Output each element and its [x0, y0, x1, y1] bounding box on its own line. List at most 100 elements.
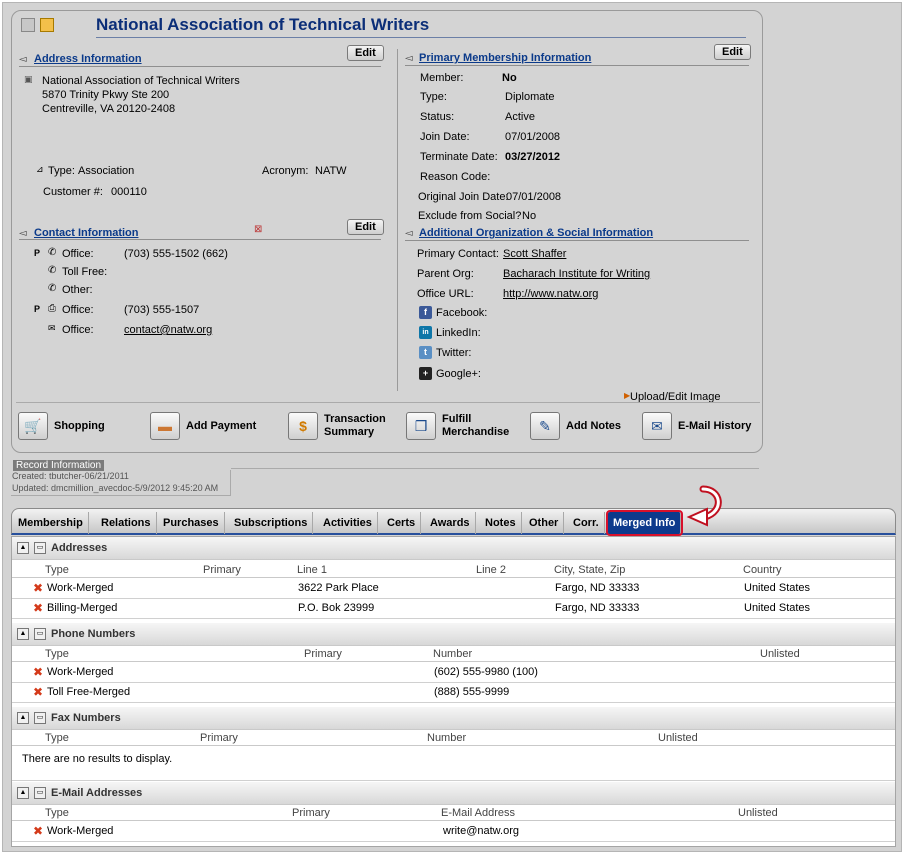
primary-contact-link[interactable]: Scott Shaffer: [503, 248, 566, 260]
tab-merged-info[interactable]: Merged Info: [605, 510, 684, 536]
collapse-arrow-icon[interactable]: ◅: [19, 228, 27, 239]
collapse-arrow-icon[interactable]: ◅: [405, 53, 413, 64]
add-notes-button[interactable]: ✎ Add Notes: [530, 412, 621, 440]
shopping-button[interactable]: 🛒 Shopping: [18, 412, 105, 440]
tab-awards[interactable]: Awards: [425, 512, 476, 534]
delete-icon[interactable]: ✖: [33, 685, 43, 699]
column-header[interactable]: City, State, Zip: [554, 564, 625, 576]
contact-alert-icon[interactable]: ⊠: [254, 224, 262, 235]
primary-contact-label: Primary Contact:: [417, 248, 499, 260]
window-icon[interactable]: ▭: [34, 542, 46, 554]
type-icon: ⊿: [36, 164, 44, 174]
membership-divider: [405, 65, 749, 66]
contact-section-title[interactable]: Contact Information: [34, 227, 139, 239]
parent-org-link[interactable]: Bacharach Institute for Writing: [503, 268, 650, 280]
table-row: ✖ Toll Free-Merged (888) 555-9999: [12, 683, 895, 703]
twitter-icon[interactable]: t: [419, 346, 432, 359]
address-edit-button[interactable]: Edit: [347, 45, 384, 61]
email-icon: ✉: [48, 323, 56, 333]
column-header[interactable]: Primary: [200, 732, 238, 744]
column-header[interactable]: Country: [743, 564, 782, 576]
contact-label: Other:: [62, 284, 93, 296]
tab-activities[interactable]: Activities: [318, 512, 378, 534]
contact-label: Office:: [62, 248, 94, 260]
addresses-title: Addresses: [51, 542, 108, 554]
office-url-link[interactable]: http://www.natw.org: [503, 288, 598, 300]
column-header[interactable]: Unlisted: [738, 807, 778, 819]
column-header[interactable]: Primary: [304, 648, 342, 660]
emails-columns: Type Primary E-Mail Address Unlisted: [12, 806, 895, 821]
window-icon[interactable]: ▭: [34, 628, 46, 640]
tab-purchases[interactable]: Purchases: [158, 512, 225, 534]
contact-email-link[interactable]: contact@natw.org: [124, 324, 212, 336]
column-header[interactable]: Unlisted: [658, 732, 698, 744]
page-frame: National Association of Technical Writer…: [2, 2, 902, 852]
tab-corr[interactable]: Corr.: [568, 512, 605, 534]
column-header[interactable]: Line 1: [297, 564, 327, 576]
contact-divider: [19, 239, 381, 240]
delete-icon[interactable]: ✖: [33, 665, 43, 679]
email-history-button[interactable]: ✉ E-Mail History: [642, 412, 751, 440]
membership-edit-button[interactable]: Edit: [714, 44, 751, 60]
collapse-up-icon[interactable]: ▲: [17, 712, 29, 724]
fulfill-merchandise-button[interactable]: ❒ Fulfill Merchandise: [406, 412, 522, 440]
delete-icon[interactable]: ✖: [33, 581, 43, 595]
pointer-arrow-icon: [686, 485, 722, 527]
contact-edit-button[interactable]: Edit: [347, 219, 384, 235]
column-header[interactable]: Line 2: [476, 564, 506, 576]
tab-membership[interactable]: Membership: [13, 512, 89, 534]
contact-value: (703) 555-1507: [124, 304, 200, 316]
googleplus-label: Google+:: [436, 368, 481, 380]
column-header[interactable]: Primary: [292, 807, 330, 819]
delete-icon[interactable]: ✖: [33, 601, 43, 615]
fax-icon: ⎙: [48, 303, 56, 314]
clock-icon[interactable]: [40, 18, 54, 32]
tab-subscriptions[interactable]: Subscriptions: [229, 512, 314, 534]
linkedin-label: LinkedIn:: [436, 327, 481, 339]
emails-header: ▲ ▭ E-Mail Addresses: [12, 782, 895, 805]
collapse-up-icon[interactable]: ▲: [17, 542, 29, 554]
window-icon[interactable]: ▭: [34, 787, 46, 799]
transaction-summary-label: Transaction Summary: [324, 413, 386, 438]
window-icon[interactable]: ▭: [34, 712, 46, 724]
column-header[interactable]: Unlisted: [760, 648, 800, 660]
collapse-arrow-icon[interactable]: ◅: [19, 54, 27, 65]
column-header[interactable]: Primary: [203, 564, 241, 576]
column-header[interactable]: Type: [45, 648, 69, 660]
tab-strip: Membership Relations Purchases Subscript…: [11, 508, 896, 536]
additional-section-title[interactable]: Additional Organization & Social Informa…: [419, 227, 653, 239]
transaction-summary-button[interactable]: $ Transaction Summary: [288, 412, 394, 440]
column-divider: [397, 49, 398, 391]
googleplus-icon[interactable]: +: [419, 367, 432, 380]
tab-relations[interactable]: Relations: [96, 512, 157, 534]
contact-value: (703) 555-1502 (662): [124, 248, 228, 260]
column-header[interactable]: Type: [45, 732, 69, 744]
linkedin-icon[interactable]: in: [419, 326, 432, 339]
mail-icon[interactable]: [21, 18, 35, 32]
primary-flag: P: [34, 248, 41, 258]
column-header[interactable]: Number: [427, 732, 466, 744]
email-address: write@natw.org: [443, 825, 519, 837]
collapse-arrow-icon[interactable]: ◅: [405, 228, 413, 239]
address-section-title[interactable]: Address Information: [34, 53, 142, 65]
collapse-up-icon[interactable]: ▲: [17, 787, 29, 799]
column-header[interactable]: E-Mail Address: [441, 807, 515, 819]
column-header[interactable]: Number: [433, 648, 472, 660]
column-header[interactable]: Type: [45, 564, 69, 576]
delete-icon[interactable]: ✖: [33, 824, 43, 838]
tab-notes[interactable]: Notes: [480, 512, 522, 534]
collapse-up-icon[interactable]: ▲: [17, 628, 29, 640]
fax-title: Fax Numbers: [51, 712, 121, 724]
status-value: Active: [505, 111, 535, 123]
phones-columns: Type Primary Number Unlisted: [12, 647, 895, 662]
phone-number: (602) 555-9980 (100): [434, 666, 538, 678]
phones-header: ▲ ▭ Phone Numbers: [12, 623, 895, 646]
add-payment-button[interactable]: ▬ Add Payment: [150, 412, 256, 440]
email-type: Work-Merged: [47, 825, 114, 837]
facebook-icon[interactable]: f: [419, 306, 432, 319]
page-title: National Association of Technical Writer…: [96, 15, 430, 34]
tab-certs[interactable]: Certs: [382, 512, 422, 534]
membership-section-title[interactable]: Primary Membership Information: [419, 52, 591, 64]
column-header[interactable]: Type: [45, 807, 69, 819]
tab-other[interactable]: Other: [524, 512, 565, 534]
